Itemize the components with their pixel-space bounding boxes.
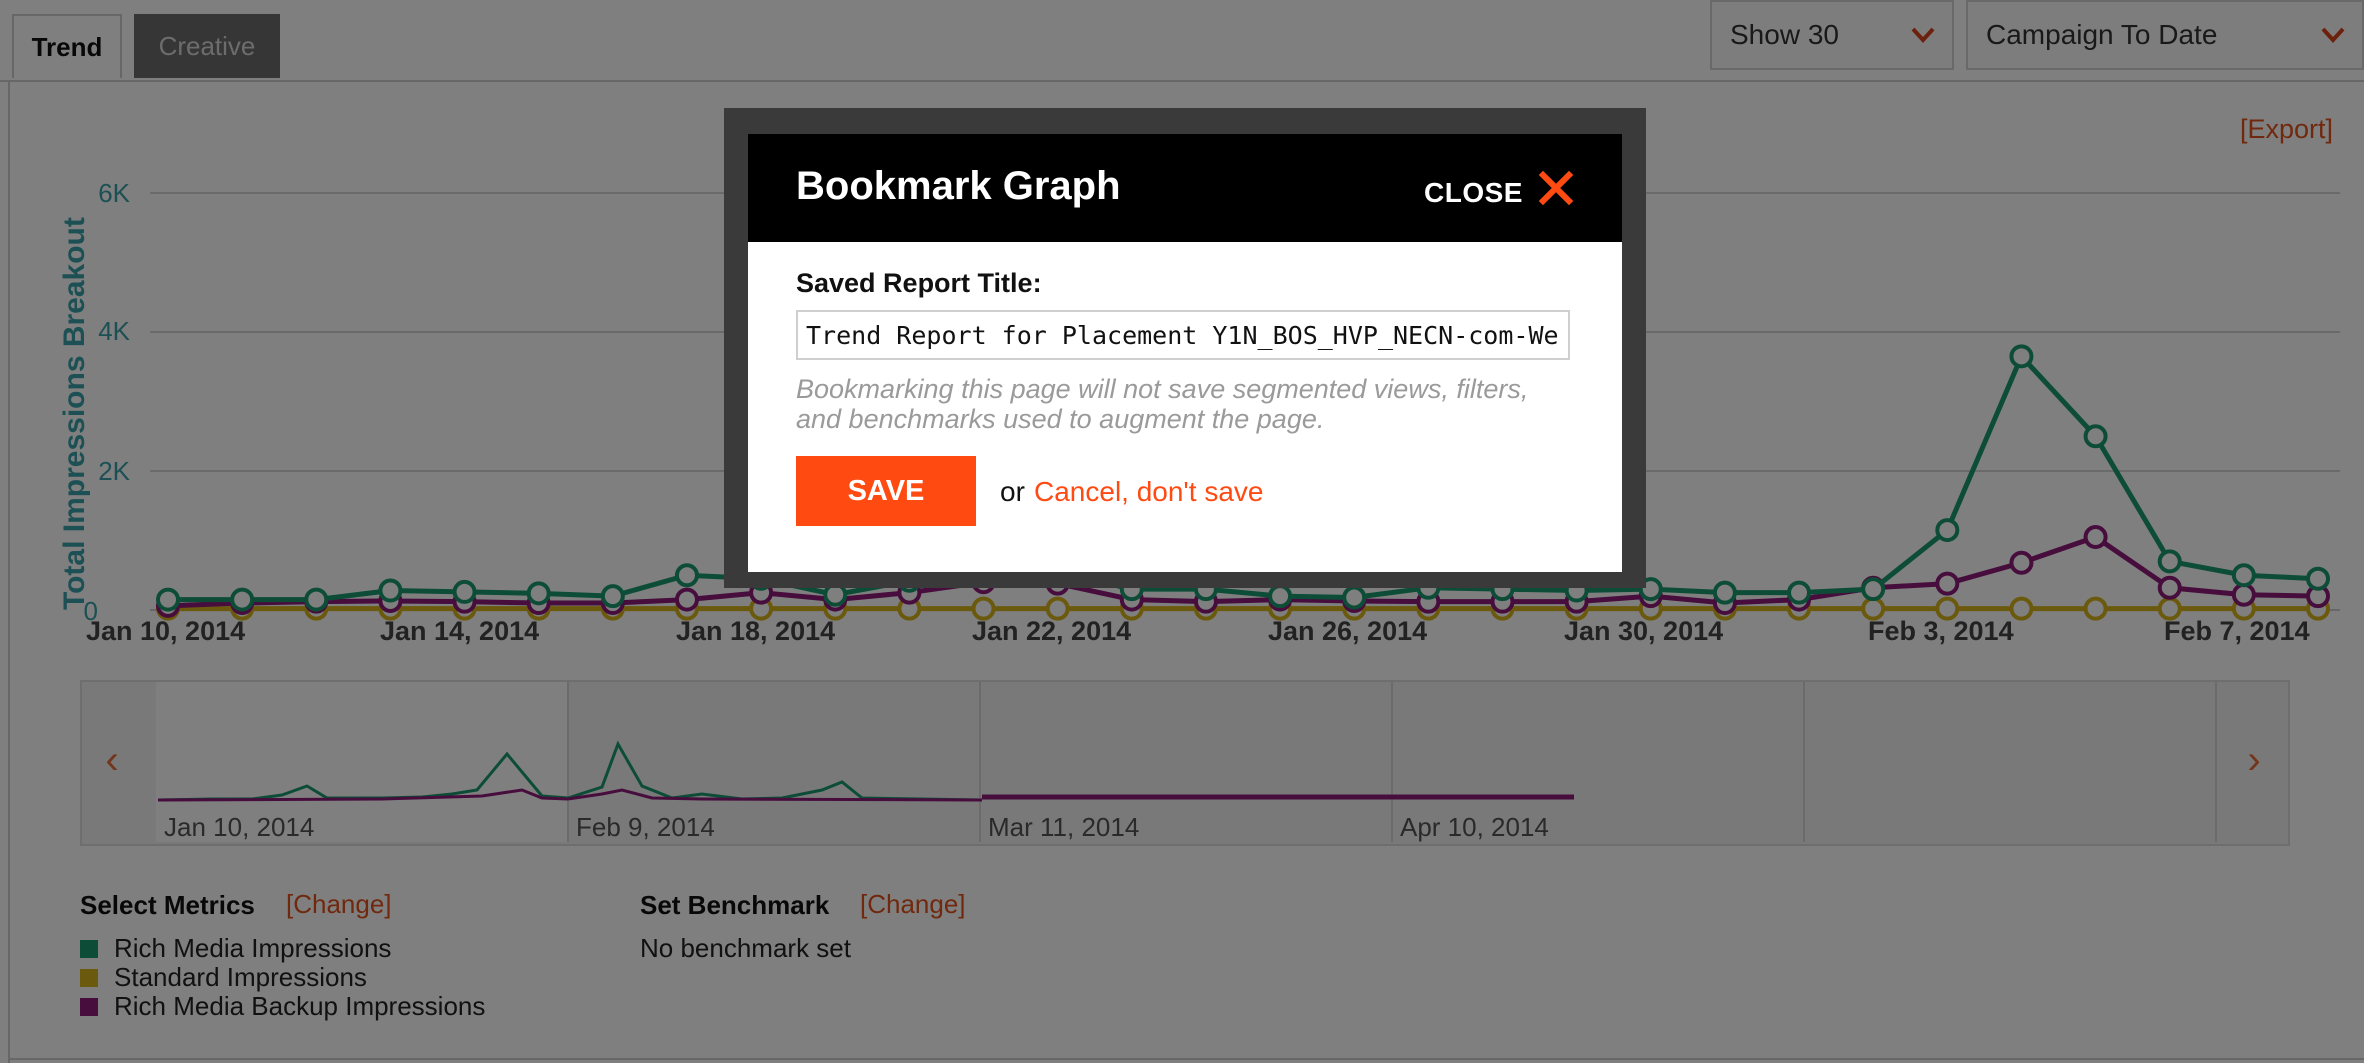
bookmark-note: Bookmarking this page will not save segm… <box>796 374 1529 434</box>
close-icon[interactable] <box>1538 170 1574 206</box>
saved-report-title-label: Saved Report Title: <box>796 268 1042 298</box>
cancel-link[interactable]: Cancel, don't save <box>1034 476 1263 508</box>
modal-title: Bookmark Graph <box>796 164 1121 208</box>
or-text: or <box>1000 476 1025 507</box>
bookmark-graph-dialog: Bookmark Graph CLOSE Saved Report Title:… <box>748 134 1622 572</box>
saved-report-title-input[interactable] <box>796 310 1570 360</box>
save-button[interactable]: SAVE <box>796 456 976 526</box>
close-button[interactable]: CLOSE <box>1424 177 1523 209</box>
modal-header: Bookmark Graph CLOSE <box>748 134 1622 242</box>
